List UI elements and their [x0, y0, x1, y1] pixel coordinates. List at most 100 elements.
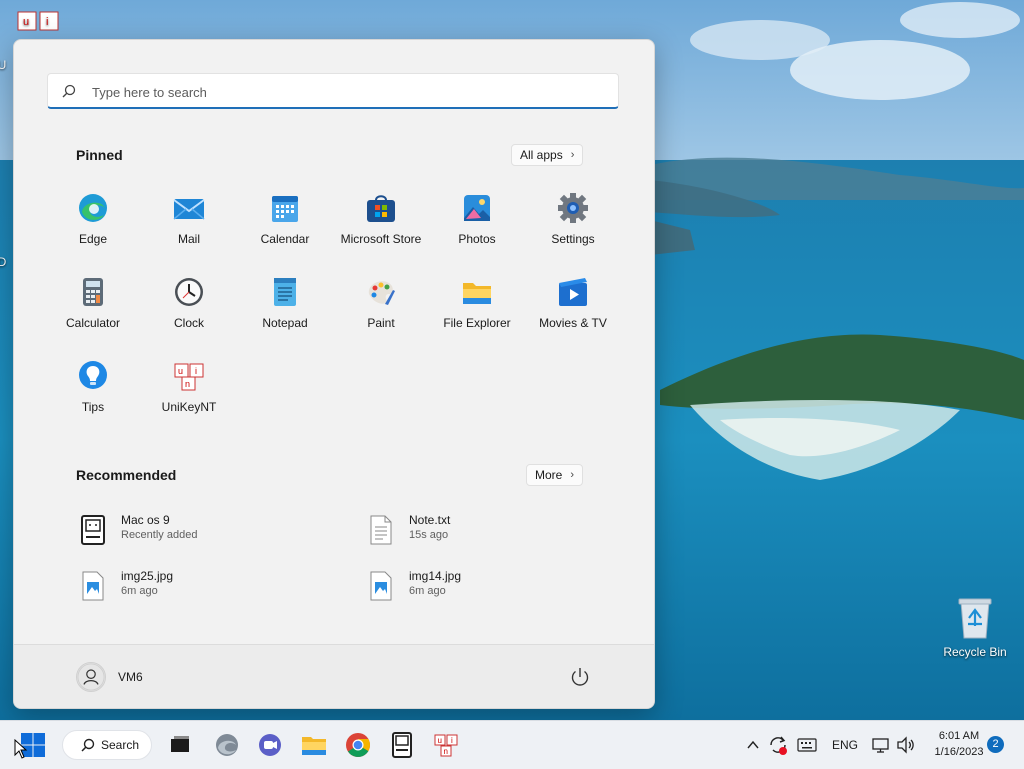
pinned-app-label: Mail	[177, 232, 200, 246]
pinned-app-unikeynt[interactable]: u i n UniKeyNT	[141, 354, 237, 424]
svg-text:i: i	[195, 366, 197, 376]
recycle-bin-label: Recycle Bin	[943, 645, 1007, 659]
calendar-icon	[272, 196, 298, 222]
user-avatar-icon	[76, 662, 106, 692]
recycle-bin-icon	[958, 598, 992, 639]
clock-icon	[175, 278, 203, 306]
user-account-button[interactable]: VM6	[76, 661, 143, 693]
notepad-icon	[274, 278, 296, 306]
pinned-app-edge[interactable]: Edge	[45, 186, 141, 256]
folder-icon	[463, 283, 491, 304]
pinned-app-tips[interactable]: Tips	[45, 354, 141, 424]
image-file-icon	[370, 571, 392, 601]
recommended-item-name: Note.txt	[409, 513, 451, 527]
svg-text:u: u	[438, 736, 442, 745]
pinned-app-label: File Explorer	[443, 316, 511, 330]
svg-text:u: u	[23, 16, 29, 28]
chevron-up-icon[interactable]	[745, 737, 761, 753]
pinned-app-calculator[interactable]: Calculator	[45, 270, 141, 340]
recommended-item-time: 6m ago	[121, 585, 158, 597]
svg-text:n: n	[185, 379, 190, 389]
unikey-icon[interactable]: u i n	[430, 729, 462, 761]
pinned-app-label: Notepad	[262, 316, 308, 330]
calculator-icon	[83, 278, 103, 306]
keyboard-icon[interactable]	[797, 737, 817, 753]
pinned-app-label: Tips	[81, 400, 105, 414]
svg-text:n: n	[444, 747, 448, 756]
store-icon	[367, 195, 395, 222]
pinned-app-label: Paint	[367, 316, 395, 330]
pinned-app-clock[interactable]: Clock	[141, 270, 237, 340]
pinned-app-label: Settings	[551, 232, 595, 246]
recommended-item-name: img14.jpg	[409, 569, 462, 583]
pinned-app-mail[interactable]: Mail	[141, 186, 237, 256]
language-indicator[interactable]: ENG	[832, 738, 858, 752]
gear-icon	[558, 193, 588, 223]
recommended-item[interactable]: img25.jpg 6m ago	[77, 567, 327, 607]
mac-app-icon	[81, 515, 105, 545]
pinned-app-label: Photos	[458, 232, 496, 246]
taskbar-search-button[interactable]: Search	[62, 730, 152, 760]
sync-icon[interactable]	[767, 734, 789, 756]
pinned-app-label: Microsoft Store	[340, 232, 422, 246]
pinned-app-notepad[interactable]: Notepad	[237, 270, 333, 340]
unikey-icon: u i n	[174, 363, 204, 391]
movies-icon	[559, 278, 587, 306]
all-apps-label: All apps	[520, 148, 563, 162]
start-search-input[interactable]	[90, 74, 594, 110]
recommended-item-time: 6m ago	[409, 585, 446, 597]
pinned-app-file-explorer[interactable]: File Explorer	[429, 270, 525, 340]
edge-icon[interactable]	[211, 729, 243, 761]
photos-icon	[464, 195, 490, 221]
network-icon[interactable]	[871, 735, 891, 755]
pinned-app-settings[interactable]: Settings	[525, 186, 621, 256]
lightbulb-icon	[79, 361, 107, 389]
pinned-app-paint[interactable]: Paint	[333, 270, 429, 340]
recommended-item[interactable]: Note.txt 15s ago	[365, 511, 615, 551]
pinned-app-label: Movies & TV	[539, 316, 607, 330]
pinned-app-calendar[interactable]: Calendar	[237, 186, 333, 256]
task-view-icon[interactable]	[164, 729, 196, 761]
more-label: More	[535, 468, 563, 482]
taskbar: Search u i n ENG 6:01 AM 1/16/2023 2	[0, 720, 1024, 769]
start-search-box[interactable]	[47, 73, 619, 110]
taskbar-search-label: Search	[101, 738, 140, 752]
power-icon[interactable]	[568, 665, 592, 689]
more-button[interactable]: More ›	[526, 464, 584, 486]
chrome-icon[interactable]	[342, 729, 374, 761]
text-file-icon	[370, 515, 392, 545]
recommended-item-name: img25.jpg	[121, 569, 174, 583]
recommended-item[interactable]: Mac os 9 Recently added	[77, 511, 327, 551]
pinned-app-microsoft-store[interactable]: Microsoft Store	[333, 186, 429, 256]
search-icon	[81, 738, 95, 752]
pinned-app-label: UniKeyNT	[161, 400, 217, 414]
pinned-app-label: Calculator	[65, 316, 121, 330]
teams-chat-icon[interactable]	[254, 729, 286, 761]
user-name: VM6	[118, 670, 143, 684]
folder-icon[interactable]	[298, 729, 330, 761]
pinned-app-label: Calendar	[260, 232, 310, 246]
all-apps-button[interactable]: All apps ›	[511, 144, 584, 166]
search-icon	[62, 84, 76, 98]
recommended-item-time: Recently added	[121, 529, 198, 541]
recommended-item-time: 15s ago	[409, 529, 449, 541]
chevron-right-icon: ›	[570, 469, 575, 481]
pinned-app-photos[interactable]: Photos	[429, 186, 525, 256]
speaker-icon[interactable]	[896, 735, 916, 755]
start-menu-footer: VM6	[14, 644, 654, 708]
desktop-icon-unikey[interactable]: u i	[10, 10, 66, 40]
svg-text:u: u	[178, 366, 183, 376]
chevron-right-icon: ›	[570, 149, 575, 161]
image-file-icon	[82, 571, 104, 601]
paint-icon	[368, 281, 395, 305]
pinned-title: Pinned	[76, 147, 123, 163]
notification-badge[interactable]: 2	[987, 736, 1004, 753]
pinned-app-label: Clock	[173, 316, 204, 330]
pinned-app-movies-tv[interactable]: Movies & TV	[525, 270, 621, 340]
svg-text:i: i	[46, 16, 48, 28]
recommended-item[interactable]: img14.jpg 6m ago	[365, 567, 615, 607]
start-menu: Pinned All apps › Edge Mail Calendar	[13, 39, 655, 709]
desktop-icon-recycle-bin[interactable]: Recycle Bin	[938, 596, 1012, 659]
edge-icon	[79, 194, 107, 222]
mac-app-icon[interactable]	[386, 729, 418, 761]
